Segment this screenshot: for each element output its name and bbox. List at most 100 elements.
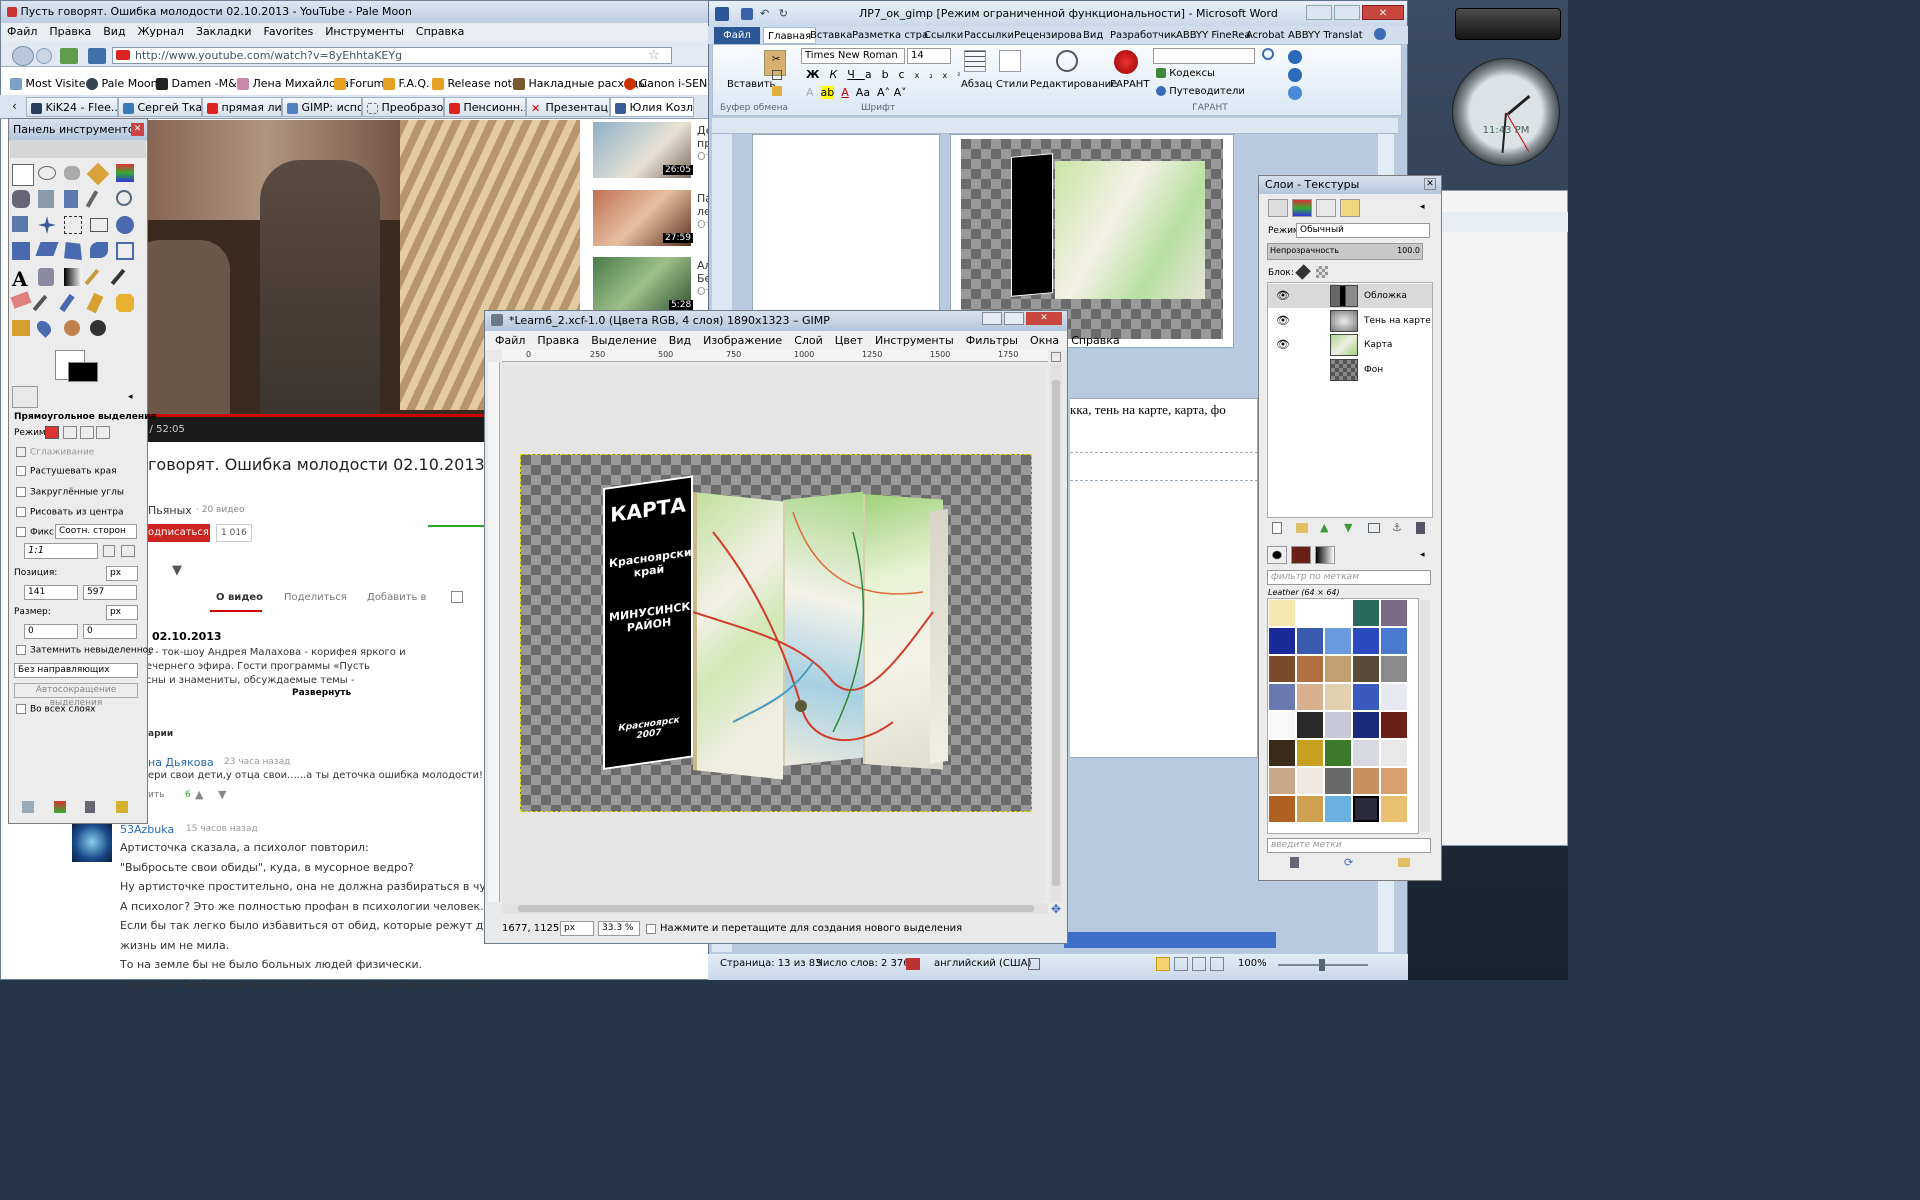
gimp-menu-select[interactable]: Выделение bbox=[591, 334, 657, 347]
pattern-swatch[interactable] bbox=[1297, 768, 1323, 794]
tool-options-tab[interactable] bbox=[12, 386, 38, 408]
reset-options-icon[interactable] bbox=[116, 801, 128, 813]
cut-icon[interactable]: ✂ bbox=[772, 54, 780, 65]
pattern-swatch[interactable] bbox=[1353, 712, 1379, 738]
anchor-layer-icon[interactable]: ⚓ bbox=[1392, 521, 1402, 534]
toolbox-close-icon[interactable]: ✕ bbox=[131, 123, 144, 136]
comment2-avatar[interactable] bbox=[72, 822, 112, 862]
undo-history-tab-icon[interactable] bbox=[1340, 199, 1360, 217]
move-icon[interactable] bbox=[38, 216, 56, 234]
gimp-maximize-button[interactable] bbox=[1004, 312, 1024, 325]
font-format-buttons[interactable]: ЖКЧabcx₂x² bbox=[806, 68, 971, 81]
comment1-reply[interactable]: ить bbox=[148, 790, 164, 800]
guides-button[interactable]: Путеводители bbox=[1156, 86, 1245, 97]
word-maximize-button[interactable] bbox=[1334, 5, 1360, 20]
paintbrush-icon[interactable] bbox=[110, 268, 126, 286]
spellcheck-icon[interactable] bbox=[906, 958, 920, 970]
tag-filter-input[interactable]: фильтр по меткам bbox=[1267, 570, 1431, 585]
select-by-color-icon[interactable] bbox=[116, 164, 134, 182]
ellipse-select-icon[interactable] bbox=[38, 166, 56, 180]
mode-add-icon[interactable] bbox=[63, 426, 77, 439]
patterns-grid[interactable] bbox=[1267, 598, 1419, 834]
pencil-icon[interactable] bbox=[84, 268, 100, 286]
ratio-swap-icon[interactable] bbox=[103, 545, 115, 557]
forward-button[interactable] bbox=[36, 48, 52, 64]
delete-pattern-icon[interactable] bbox=[1290, 857, 1299, 868]
view-outline-icon[interactable] bbox=[1210, 957, 1224, 971]
tags-input[interactable]: введите метки bbox=[1267, 838, 1431, 853]
lock-alpha-icon[interactable] bbox=[1316, 266, 1328, 278]
zoom-slider-thumb[interactable] bbox=[1319, 959, 1325, 971]
background-swatch[interactable] bbox=[68, 362, 98, 382]
tab-review[interactable]: Рецензирова bbox=[1010, 27, 1086, 44]
perspective-clone-icon[interactable] bbox=[12, 320, 30, 336]
visibility-eye-icon[interactable]: 👁 bbox=[1276, 333, 1290, 357]
pattern-swatch[interactable] bbox=[1325, 740, 1351, 766]
subscribe-button[interactable]: одписаться bbox=[146, 524, 210, 542]
pattern-swatch[interactable] bbox=[1381, 628, 1407, 654]
patterns-tab-icon[interactable] bbox=[1291, 546, 1311, 564]
styles-icon[interactable] bbox=[999, 50, 1021, 72]
pattern-swatch[interactable] bbox=[1325, 656, 1351, 682]
tab-about[interactable]: О видео bbox=[216, 592, 263, 603]
layer-name[interactable]: Обложка bbox=[1364, 284, 1407, 308]
new-layer-icon[interactable] bbox=[1272, 522, 1282, 534]
status-page[interactable]: Страница: 13 из 83 bbox=[720, 958, 821, 969]
pattern-swatch[interactable] bbox=[1269, 796, 1295, 822]
layer-row-cover[interactable]: 👁 Обложка bbox=[1268, 284, 1432, 308]
pattern-swatch[interactable] bbox=[1381, 712, 1407, 738]
blur-icon[interactable] bbox=[34, 318, 54, 338]
pattern-swatch[interactable] bbox=[1381, 796, 1407, 822]
rounded-option[interactable]: Закруглённые углы bbox=[16, 487, 124, 498]
menu-tools[interactable]: Инструменты bbox=[325, 25, 404, 38]
layer-name[interactable]: Фон bbox=[1364, 358, 1383, 382]
visibility-eye-icon[interactable]: 👁 bbox=[1276, 309, 1290, 333]
layers-tab-icon[interactable] bbox=[1268, 199, 1288, 217]
like-icon[interactable]: ▲ bbox=[195, 788, 203, 801]
garant-button[interactable]: ГАРАНТ bbox=[1110, 79, 1149, 90]
duplicate-layer-icon[interactable] bbox=[1368, 523, 1380, 533]
gimp-menu-tools[interactable]: Инструменты bbox=[875, 334, 954, 347]
reload-icon[interactable] bbox=[60, 48, 78, 64]
expand-link[interactable]: Развернуть bbox=[292, 688, 351, 698]
gimp-menu-image[interactable]: Изображение bbox=[703, 334, 782, 347]
tab-developer[interactable]: Разработчик bbox=[1106, 27, 1181, 44]
comment-dislike-icon[interactable]: ▼ bbox=[218, 788, 226, 801]
cage-icon[interactable] bbox=[116, 242, 134, 260]
bookmark-pale-moon[interactable]: Pale Moon bbox=[86, 74, 158, 94]
tab-preobrazo[interactable]: Преобразо... bbox=[362, 97, 444, 117]
status-checkbox[interactable] bbox=[646, 924, 656, 934]
guides-select[interactable]: Без направляющих bbox=[14, 663, 138, 678]
menu-file[interactable]: Файл bbox=[7, 25, 37, 38]
pattern-swatch[interactable] bbox=[1325, 712, 1351, 738]
gimp-menu-file[interactable]: Файл bbox=[495, 334, 525, 347]
comment1-author[interactable]: на Дьякова bbox=[148, 756, 214, 769]
scissors-icon[interactable] bbox=[12, 190, 30, 208]
dodge-burn-icon[interactable] bbox=[90, 320, 106, 336]
pattern-swatch[interactable] bbox=[1381, 740, 1407, 766]
pattern-swatch[interactable] bbox=[1269, 628, 1295, 654]
word-close-button[interactable]: ✕ bbox=[1362, 5, 1404, 20]
format-painter-icon[interactable] bbox=[772, 86, 782, 96]
smudge-icon[interactable] bbox=[64, 320, 80, 336]
layer-name[interactable]: Карта bbox=[1364, 333, 1392, 357]
gimp-menu-edit[interactable]: Правка bbox=[537, 334, 579, 347]
gimp-vscroll-thumb[interactable] bbox=[1052, 380, 1060, 886]
delete-layer-icon[interactable] bbox=[1416, 522, 1425, 534]
clone-icon[interactable] bbox=[86, 292, 104, 314]
home-icon[interactable] bbox=[88, 48, 106, 64]
menu-edit[interactable]: Правка bbox=[49, 25, 91, 38]
tab-pension[interactable]: Пенсионн... bbox=[444, 97, 526, 117]
autoshrink-button[interactable]: Автосокращение выделения bbox=[14, 683, 138, 708]
patterns-menu-icon[interactable]: ◂ bbox=[1420, 550, 1425, 560]
gradients-tab-icon[interactable] bbox=[1315, 546, 1335, 564]
bookmark-lena[interactable]: Лена Михайлова bbox=[237, 74, 349, 94]
view-web-icon[interactable] bbox=[1192, 957, 1206, 971]
layer-row-shadow[interactable]: 👁 Тень на карте bbox=[1268, 309, 1432, 333]
save-options-icon[interactable] bbox=[22, 801, 34, 813]
color-picker-icon[interactable] bbox=[85, 190, 99, 208]
dislike-icon[interactable]: ▼ bbox=[172, 563, 182, 578]
pattern-swatch[interactable] bbox=[1297, 712, 1323, 738]
pattern-swatch[interactable] bbox=[1297, 656, 1323, 682]
restore-options-icon[interactable] bbox=[54, 801, 66, 813]
